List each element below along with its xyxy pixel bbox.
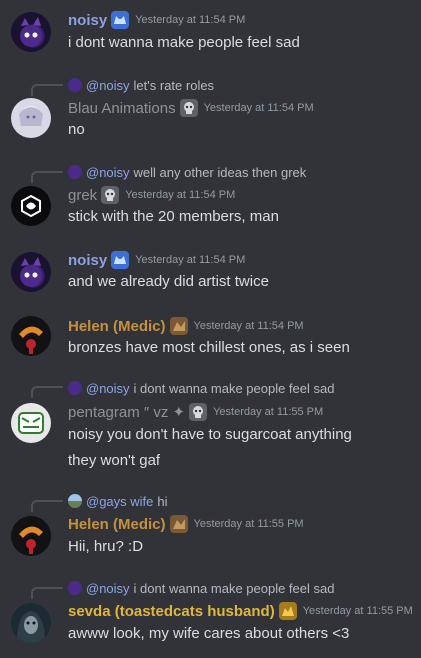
reply-text[interactable]: hi (157, 494, 167, 509)
message-content: Hii, hru? :D (68, 538, 144, 555)
author-name[interactable]: Helen (Medic) (68, 516, 166, 533)
bronze-icon (169, 515, 188, 533)
avatar-helen[interactable] (11, 316, 51, 356)
reply-avatar (68, 78, 82, 92)
reply-preview[interactable]: @gays wife hi (68, 492, 168, 510)
message-content: i dont wanna make people feel sad (68, 34, 300, 51)
reply-spine (31, 386, 63, 398)
message-content: bronzes have most chillest ones, as i se… (68, 339, 350, 356)
avatar-pentagram[interactable] (11, 403, 51, 443)
timestamp[interactable]: Yesterday at 11:55 PM (303, 605, 413, 617)
reply-mention[interactable]: @noisy (86, 165, 130, 180)
timestamp[interactable]: Yesterday at 11:55 PM (213, 406, 323, 418)
reply-mention[interactable]: @noisy (86, 381, 130, 396)
timestamp[interactable]: Yesterday at 11:55 PM (194, 518, 304, 530)
skull-icon (189, 403, 208, 421)
message-content: no (68, 121, 85, 138)
author-name[interactable]: sevda (toastedcats husband) (68, 603, 275, 620)
author-name[interactable]: pentagram ″ vz ✦ (68, 403, 185, 421)
timestamp[interactable]: Yesterday at 11:54 PM (204, 102, 314, 114)
cat-icon (111, 11, 130, 29)
reply-avatar (68, 494, 82, 508)
timestamp[interactable]: Yesterday at 11:54 PM (135, 14, 245, 26)
avatar-grek[interactable] (11, 186, 51, 226)
avatar-blau[interactable] (11, 98, 51, 138)
message-content: they won't gaf (68, 452, 161, 469)
reply-mention[interactable]: @noisy (86, 78, 130, 93)
reply-mention[interactable]: @gays wife (86, 494, 153, 509)
timestamp[interactable]: Yesterday at 11:54 PM (135, 254, 245, 266)
skull-icon (101, 186, 120, 204)
message-content: and we already did artist twice (68, 273, 269, 290)
author-name[interactable]: Blau Animations (68, 100, 176, 117)
reply-preview[interactable]: @noisy let's rate roles (68, 76, 214, 94)
reply-mention[interactable]: @noisy (86, 581, 130, 596)
author-name[interactable]: grek (68, 187, 97, 204)
cat-icon (111, 251, 130, 269)
bronze-icon (169, 317, 188, 335)
gold-icon (278, 602, 297, 620)
avatar-helen[interactable] (11, 516, 51, 556)
reply-preview[interactable]: @noisy i dont wanna make people feel sad (68, 579, 334, 597)
reply-spine (31, 500, 63, 512)
reply-avatar (68, 381, 82, 395)
reply-avatar (68, 581, 82, 595)
timestamp[interactable]: Yesterday at 11:54 PM (125, 189, 235, 201)
reply-spine (31, 587, 63, 599)
author-name[interactable]: Helen (Medic) (68, 318, 166, 335)
reply-text[interactable]: i dont wanna make people feel sad (134, 581, 335, 596)
timestamp[interactable]: Yesterday at 11:54 PM (194, 320, 304, 332)
reply-preview[interactable]: @noisy i dont wanna make people feel sad (68, 379, 334, 397)
reply-text[interactable]: let's rate roles (134, 78, 215, 93)
author-name[interactable]: noisy (68, 252, 107, 269)
message-content: stick with the 20 members, man (68, 208, 279, 225)
reply-spine (31, 84, 63, 96)
reply-avatar (68, 165, 82, 179)
reply-text[interactable]: i dont wanna make people feel sad (134, 381, 335, 396)
avatar-noisy[interactable] (11, 12, 51, 52)
reply-text[interactable]: well any other ideas then grek (134, 165, 307, 180)
skull-icon (179, 99, 198, 117)
reply-preview[interactable]: @noisy well any other ideas then grek (68, 163, 306, 181)
reply-spine (31, 171, 63, 183)
avatar-noisy[interactable] (11, 252, 51, 292)
avatar-sevda[interactable] (11, 603, 51, 643)
message-content: awww look, my wife cares about others <3 (68, 625, 350, 642)
message-content: noisy you don't have to sugarcoat anythi… (68, 426, 352, 443)
author-name[interactable]: noisy (68, 12, 107, 29)
